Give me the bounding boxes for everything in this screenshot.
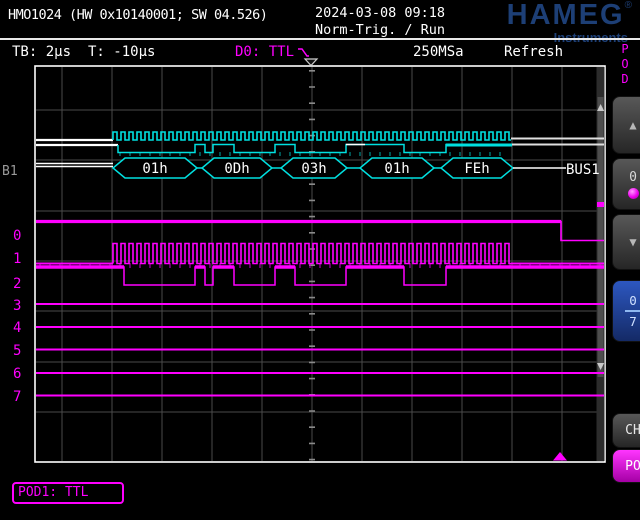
- range-top: 0: [629, 293, 637, 308]
- bus-decode-row: 01h 0Dh 03h 01h FEh BUS1 B1: [2, 158, 600, 179]
- up-arrow-icon: ▲: [629, 118, 636, 132]
- pod-button-label: PO: [625, 459, 640, 474]
- pod-status-badge[interactable]: POD1: TTL: [12, 482, 124, 504]
- pod-up-button[interactable]: ▲: [612, 96, 640, 154]
- bus-value: FEh: [464, 161, 489, 177]
- down-arrow-icon: ▼: [629, 235, 636, 249]
- range-bottom: 7: [629, 314, 637, 329]
- channel-label-7: 7: [13, 389, 21, 405]
- channel-labels: 0 1 2 3 4 5 6 7: [13, 228, 21, 405]
- channel-label-6: 6: [13, 366, 21, 382]
- channel-label-5: 5: [13, 343, 21, 359]
- bus-left-label: B1: [2, 164, 18, 179]
- channel-label-2: 2: [13, 276, 21, 292]
- magenta-led-icon: [628, 188, 639, 199]
- channel-label-4: 4: [13, 320, 21, 336]
- channel-label-0: 0: [13, 228, 21, 244]
- channel-range-button[interactable]: 0 7: [612, 280, 640, 342]
- channel-button-label: CH: [625, 423, 640, 438]
- trigger-time-marker[interactable]: [305, 59, 317, 66]
- pod-position-marker: [597, 202, 604, 207]
- channel-select-button[interactable]: CH: [612, 413, 640, 448]
- bottom-marker[interactable]: [553, 452, 567, 461]
- pod-down-button[interactable]: ▼: [612, 214, 640, 270]
- bus-data-trace: [36, 145, 604, 157]
- bus-value: 03h: [301, 161, 326, 177]
- trace-d2: [36, 267, 604, 285]
- channel-label-1: 1: [13, 251, 21, 267]
- bus-value: 0Dh: [224, 161, 249, 177]
- pod-zero-button[interactable]: 0: [612, 158, 640, 210]
- oscilloscope-screen: HMO1024 (HW 0x10140001; SW 04.526) 2024-…: [0, 0, 640, 520]
- bus-clock-trace: [36, 132, 604, 140]
- trace-d0: [36, 222, 604, 241]
- fraction-divider: [625, 310, 640, 312]
- digital-traces: [36, 222, 604, 396]
- bus-name-label: BUS1: [566, 162, 600, 178]
- channel-label-3: 3: [13, 298, 21, 314]
- bus-value: 01h: [384, 161, 409, 177]
- zero-label: 0: [629, 170, 637, 185]
- pod-select-button[interactable]: PO: [612, 449, 640, 483]
- waveform-display: 01h 0Dh 03h 01h FEh BUS1 B1: [0, 0, 640, 520]
- bus-value: 01h: [142, 161, 167, 177]
